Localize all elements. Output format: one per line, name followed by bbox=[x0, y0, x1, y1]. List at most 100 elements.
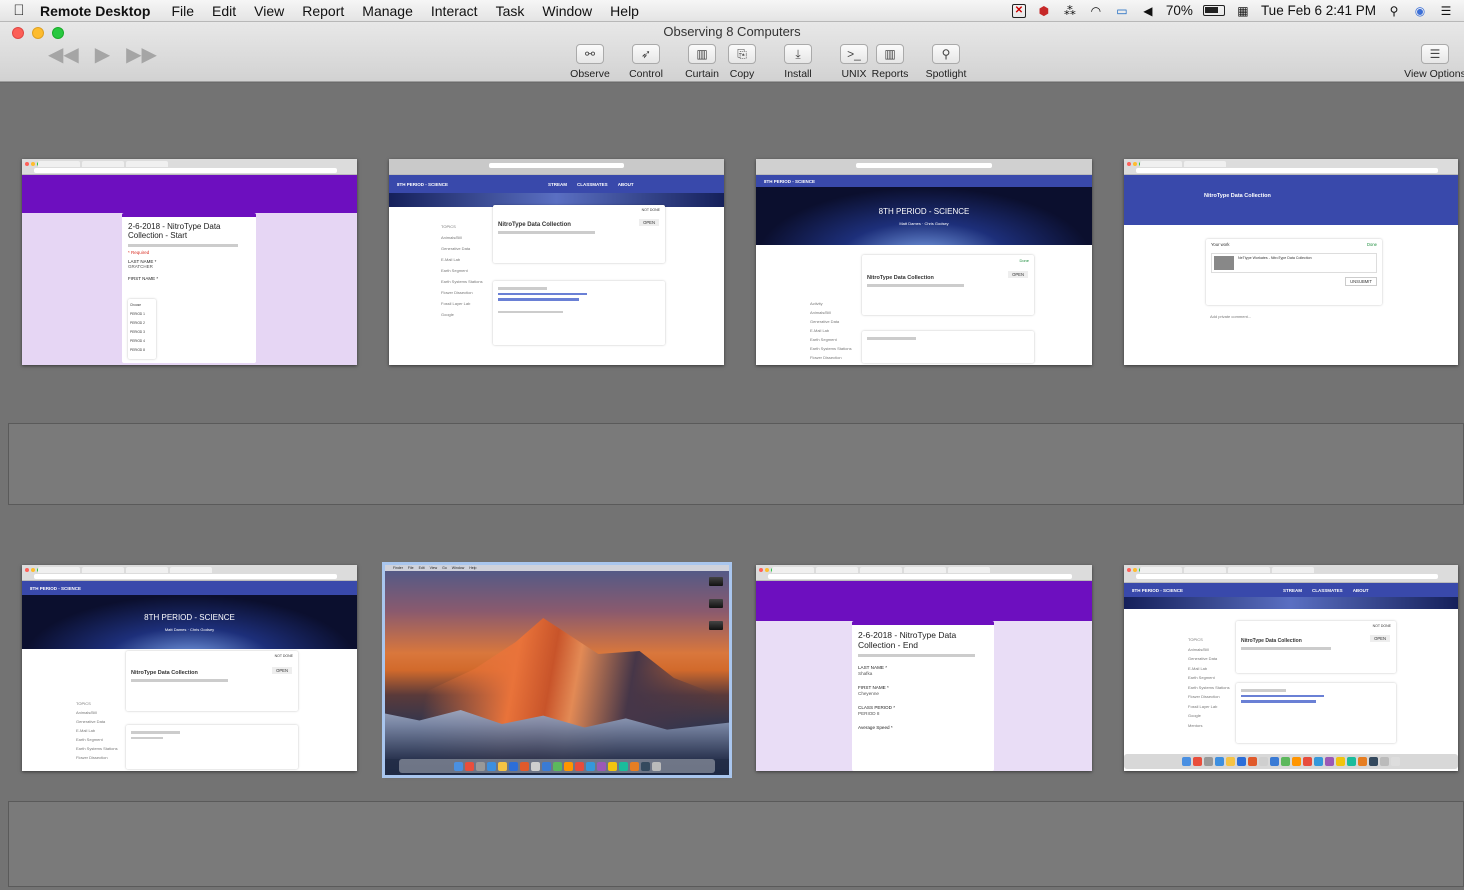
clock[interactable]: Tue Feb 6 2:41 PM bbox=[1261, 3, 1376, 18]
browser-chrome bbox=[22, 159, 357, 175]
form-field-label: Average Speed * bbox=[858, 724, 893, 730]
reports-button[interactable]: ▥ Reports bbox=[864, 44, 916, 80]
copy-label: Copy bbox=[729, 68, 755, 80]
private-comment-input[interactable]: Add private comment... bbox=[1210, 314, 1251, 319]
menu-window[interactable]: Window bbox=[542, 3, 592, 19]
wifi-icon[interactable]: ◠ bbox=[1088, 3, 1104, 19]
menu-manage[interactable]: Manage bbox=[362, 3, 413, 19]
topics-sidebar: Activity Animals/Bill Generative Data E-Mai… bbox=[810, 301, 852, 360]
unsubmit-button[interactable]: UNSUBMIT bbox=[1345, 277, 1377, 286]
browser-chrome bbox=[1124, 565, 1458, 583]
drive-icon[interactable] bbox=[709, 577, 723, 586]
copy-icon: ⎘ bbox=[728, 44, 756, 64]
cursor-icon: ➶ bbox=[632, 44, 660, 64]
play-icon[interactable]: ▶ bbox=[95, 42, 110, 67]
menu-view[interactable]: View bbox=[254, 3, 284, 19]
drive-icon[interactable] bbox=[709, 599, 723, 608]
app-menu[interactable]: Remote Desktop bbox=[40, 3, 150, 19]
browser-chrome bbox=[1124, 159, 1458, 175]
drive-icon[interactable] bbox=[709, 621, 723, 630]
computer-screen-3[interactable]: 8TH PERIOD - SCIENCE 8TH PERIOD - SCIENC… bbox=[756, 159, 1092, 365]
assignment-card[interactable]: Done NitroType Data Collection OPEN bbox=[862, 255, 1034, 315]
menu-file[interactable]: File bbox=[171, 3, 194, 19]
menu-interact[interactable]: Interact bbox=[431, 3, 478, 19]
form-header bbox=[22, 175, 357, 213]
topics-sidebar: TOPICS Animals/Bill Generative Data E-Mail … bbox=[441, 224, 483, 317]
control-button[interactable]: ➶ Control bbox=[620, 44, 672, 80]
unix-label: UNIX bbox=[841, 68, 867, 80]
form-field-value[interactable]: Shafka bbox=[858, 671, 988, 677]
menu-bar:  Remote Desktop File Edit View Report M… bbox=[0, 0, 1464, 22]
install-button[interactable]: ⤓ Install bbox=[772, 44, 824, 80]
form-title: 2-6-2018 - NitroType Data Collection - S… bbox=[128, 222, 221, 240]
menu-task[interactable]: Task bbox=[496, 3, 525, 19]
view-options-label: View Options bbox=[1404, 68, 1464, 80]
navigation-controls: ◀◀ ▶ ▶▶ bbox=[48, 42, 157, 67]
copy-button[interactable]: ⎘ Copy bbox=[716, 44, 768, 80]
observe-control-group: ⚯ Observe ➶ Control ▥ Curtain bbox=[564, 44, 728, 80]
period-dropdown[interactable]: Choose PERIOD 1 PERIOD 2 PERIOD 3 PERIOD… bbox=[128, 299, 156, 359]
remote-dock bbox=[399, 759, 715, 773]
empty-drop-row bbox=[8, 423, 1464, 505]
observe-button[interactable]: ⚯ Observe bbox=[564, 44, 616, 80]
post-card bbox=[862, 331, 1034, 363]
install-icon: ⤓ bbox=[784, 44, 812, 64]
volume-icon[interactable]: ◀ bbox=[1140, 3, 1156, 19]
computer-screen-4[interactable]: NitroType Data Collection Your work Done … bbox=[1124, 159, 1458, 365]
list-icon: ☰ bbox=[1421, 44, 1449, 64]
status-x-icon[interactable]: ✕ bbox=[1011, 3, 1026, 18]
post-card bbox=[493, 281, 665, 345]
computer-screen-6[interactable]: Finder File Edit View Go Window Help bbox=[382, 562, 732, 778]
form-field-value[interactable]: PERIOD 8 bbox=[858, 711, 988, 717]
bluetooth-icon[interactable]: ⁂ bbox=[1062, 3, 1078, 19]
assignment-card[interactable]: NOT DONE NitroType Data Collection OPEN bbox=[126, 651, 298, 711]
computer-screen-2[interactable]: 8TH PERIOD - SCIENCE STREAM CLASSMATES ABO… bbox=[389, 159, 724, 365]
rewind-icon[interactable]: ◀◀ bbox=[48, 42, 79, 67]
class-banner: 8TH PERIOD - SCIENCE Matt Dames · Chris … bbox=[756, 187, 1092, 245]
classroom-header: 8TH PERIOD - SCIENCE bbox=[756, 175, 1092, 187]
battery-percent[interactable]: 70% bbox=[1166, 3, 1193, 18]
post-card bbox=[126, 725, 298, 769]
siri-icon[interactable]: ◉ bbox=[1412, 3, 1428, 19]
browser-chrome bbox=[756, 159, 1092, 175]
form-field-value[interactable]: Cheyenne bbox=[858, 691, 988, 697]
assignment-header: NitroType Data Collection bbox=[1124, 175, 1458, 225]
post-card bbox=[1236, 683, 1396, 743]
computer-screen-5[interactable]: 8TH PERIOD - SCIENCE 8TH PERIOD - SCIENC… bbox=[22, 565, 357, 771]
your-work-card: Your work Done NeTtype Workates - NitroTy… bbox=[1206, 239, 1382, 305]
battery-icon[interactable] bbox=[1202, 5, 1225, 16]
binoculars-icon: ⚯ bbox=[576, 44, 604, 64]
computer-screen-7[interactable]: 2-6-2018 - NitroType Data Collection - E… bbox=[756, 565, 1092, 771]
spotlight-search-icon[interactable]: ⚲ bbox=[1386, 3, 1402, 19]
spotlight-button[interactable]: ⚲ Spotlight bbox=[920, 44, 972, 80]
curtain-icon: ▥ bbox=[688, 44, 716, 64]
curtain-label: Curtain bbox=[685, 68, 719, 80]
stop-sign-icon[interactable]: ⬢ bbox=[1036, 3, 1052, 19]
reports-label: Reports bbox=[871, 68, 909, 80]
computer-screen-8[interactable]: 8TH PERIOD - SCIENCE STREAM CLASSMATES ABO… bbox=[1124, 565, 1458, 771]
magnifier-icon: ⚲ bbox=[932, 44, 960, 64]
assignment-card[interactable]: NOT DONE NitroType Data Collection OPEN bbox=[1236, 621, 1396, 673]
airplay-icon[interactable]: ▭ bbox=[1114, 3, 1130, 19]
classroom-header: 8TH PERIOD - SCIENCE STREAM CLASSMATES ABO… bbox=[1124, 583, 1458, 597]
assignment-card[interactable]: NOT DONE NitroType Data Collection OPEN bbox=[493, 205, 665, 263]
notification-center-icon[interactable]: ☰ bbox=[1438, 3, 1454, 19]
fast-forward-icon[interactable]: ▶▶ bbox=[126, 42, 157, 67]
browser-chrome bbox=[389, 159, 724, 175]
remote-menu-bar: Finder File Edit View Go Window Help bbox=[385, 565, 729, 571]
form-field-label: FIRST NAME * bbox=[128, 275, 159, 281]
reports-icon: ▥ bbox=[876, 44, 904, 64]
computer-screen-1[interactable]: 2-6-2018 - NitroType Data Collection - S… bbox=[22, 159, 357, 365]
observe-grid: 2-6-2018 - NitroType Data Collection - S… bbox=[0, 83, 1464, 890]
calendar-icon[interactable]: ▦ bbox=[1235, 3, 1251, 19]
menu-report[interactable]: Report bbox=[302, 3, 344, 19]
menu-help[interactable]: Help bbox=[610, 3, 639, 19]
form-header bbox=[756, 581, 1092, 621]
form-field-value: GRATCHER bbox=[128, 263, 153, 269]
menu-edit[interactable]: Edit bbox=[212, 3, 236, 19]
view-options-button[interactable]: ☰ View Options bbox=[1404, 44, 1464, 80]
apple-menu-icon[interactable]:  bbox=[4, 2, 34, 19]
window-toolbar: Observing 8 Computers ◀◀ ▶ ▶▶ ⚯ Observe … bbox=[0, 22, 1464, 82]
form-card: 2-6-2018 - NitroType Data Collection - E… bbox=[852, 621, 994, 771]
remote-dock bbox=[1124, 754, 1458, 769]
